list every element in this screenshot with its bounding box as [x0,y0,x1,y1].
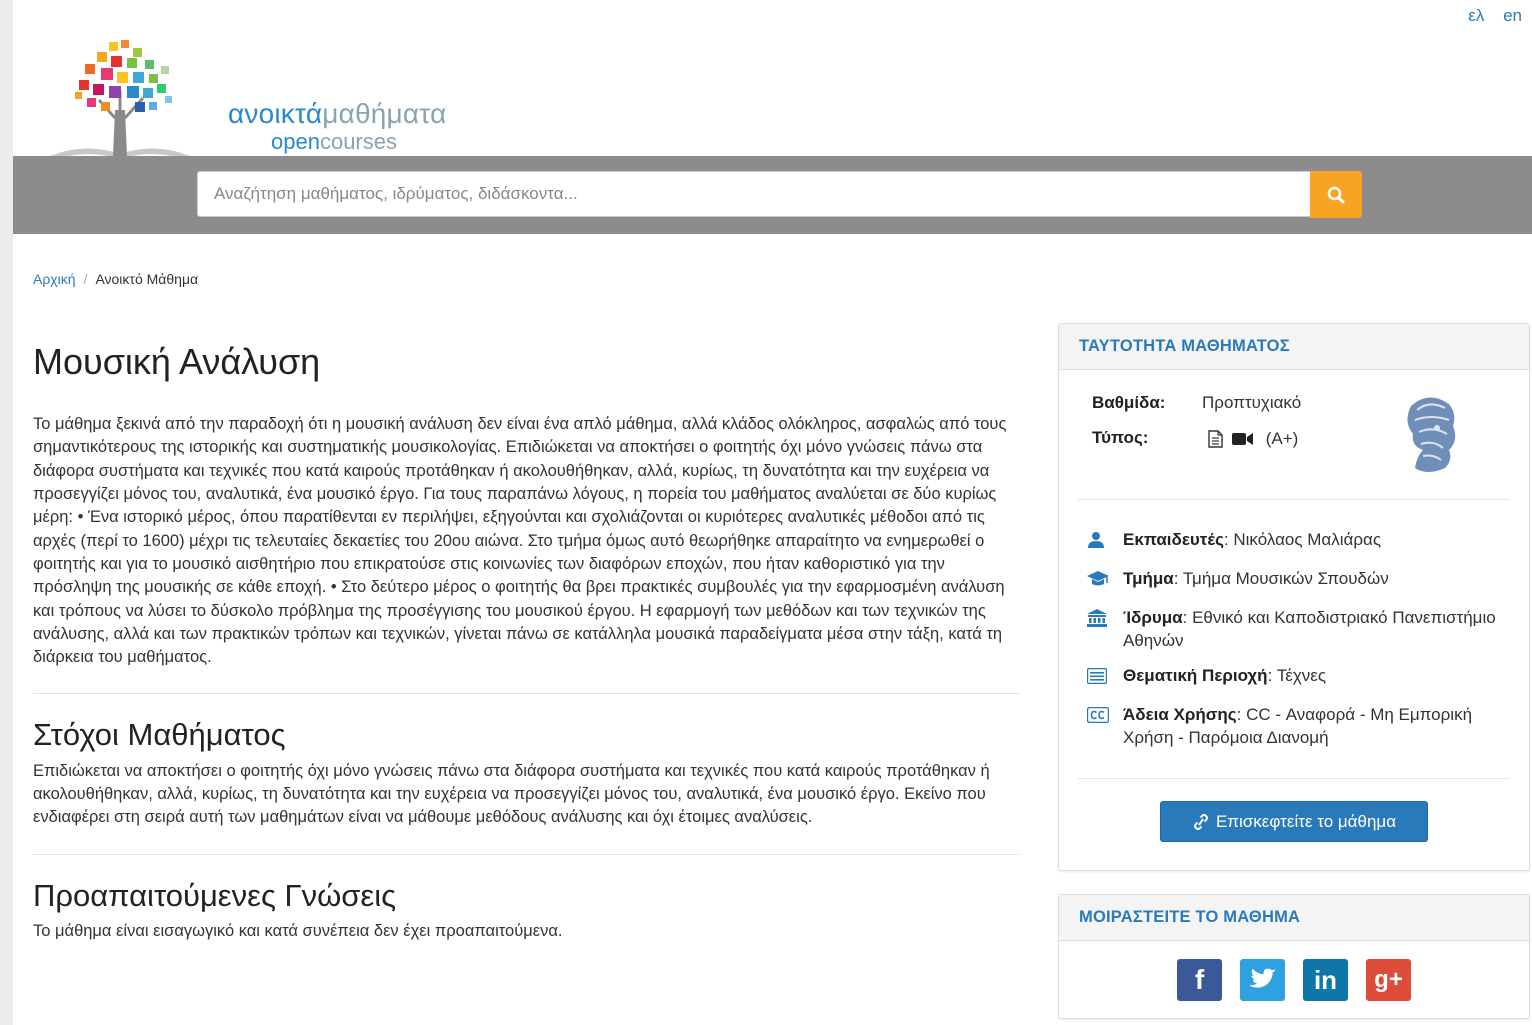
level-value: Προπτυχιακό [1202,393,1302,412]
course-title: Μουσική Ανάλυση [33,341,321,382]
level-row: Βαθμίδα: Προπτυχιακό [1092,393,1301,413]
twitter-share-button[interactable] [1240,959,1285,1001]
area-label: Θεματική Περιοχή [1123,666,1268,685]
breadcrumb: Αρχική / Ανοικτό Μάθημα [33,271,198,287]
course-identity-panel: ΤΑΥΤΟΤΗΤΑ ΜΑΘΗΜΑΤΟΣ Βαθμίδα: Προπτυχιακό … [1058,323,1530,871]
search-bar [13,156,1532,234]
instructor-label: Εκπαιδευτές [1123,530,1224,549]
lang-el-link[interactable]: ελ [1468,6,1484,25]
license-label: Άδεια Χρήσης [1123,705,1237,724]
university-logo-icon [1407,397,1456,472]
page: ελ en ανοικτάμαθήματα opencourses Αναζήτ… [13,0,1532,1025]
search-button[interactable] [1310,171,1362,218]
institution-label: Ίδρυμα [1123,608,1183,627]
department-row: Τμήμα: Τμήμα Μουσικών Σπουδών [1087,567,1507,594]
divider [1078,499,1510,500]
document-icon [1208,429,1223,448]
main-content: Μουσική Ανάλυση Το μάθημα ξεκινά από την… [33,340,1019,943]
linkedin-icon: in [1313,964,1338,995]
department-value: : Τμήμα Μουσικών Σπουδών [1173,569,1389,588]
goals-title: Στόχοι Μαθήματος [33,717,286,753]
institution-row: Ίδρυμα: Εθνικό και Καποδιστριακό Πανεπισ… [1087,606,1507,652]
identity-panel-header: ΤΑΥΤΟΤΗΤΑ ΜΑΘΗΜΑΤΟΣ [1059,324,1529,370]
share-panel-header: ΜΟΙΡΑΣΤΕΙΤΕ ΤΟ ΜΑΘΗΜΑ [1059,895,1529,941]
prerequisites-text: Το μάθημα είναι εισαγωγικό και κατά συνέ… [33,921,563,940]
list-icon [1086,667,1108,685]
share-buttons: f in g+ [1177,959,1411,1001]
logo-title: ανοικτάμαθήματα [228,98,447,129]
area-row: Θεματική Περιοχή: Τέχνες [1086,664,1507,690]
department-label: Τμήμα [1123,569,1174,588]
breadcrumb-current: Ανοικτό Μάθημα [95,271,199,287]
goals-text: Επιδιώκεται να αποκτήσει ο φοιτητής όχι … [33,761,990,827]
visit-course-button[interactable]: Επισκεφτείτε το μάθημα [1160,801,1428,842]
user-icon [1088,532,1104,548]
divider [33,693,1019,695]
language-switcher: ελ en [1454,6,1522,26]
googleplus-icon: g+ [1374,966,1403,993]
facebook-icon: f [1194,964,1205,995]
type-label: Τύπος: [1092,428,1149,447]
site-logo[interactable]: ανοικτάμαθήματα opencourses [45,38,447,164]
twitter-icon [1248,968,1276,988]
linkedin-share-button[interactable]: in [1303,959,1348,1001]
divider [33,853,1019,855]
instructor-value: : Νικόλαος Μαλιάρας [1223,530,1382,549]
video-camera-icon [1231,432,1253,445]
graduation-cap-icon [1087,571,1109,586]
cc-icon [1086,706,1110,724]
tree-logo-icon [50,40,190,161]
search-icon [1327,186,1345,203]
link-icon [1193,813,1208,830]
search-input[interactable] [197,171,1311,217]
prerequisites-title: Προαπαιτούμενες Γνώσεις [33,877,397,913]
breadcrumb-separator: / [83,271,88,287]
breadcrumb-home-link[interactable]: Αρχική [33,271,76,287]
instructor-row: Εκπαιδευτές: Νικόλαος Μαλιάρας [1087,528,1507,555]
facebook-share-button[interactable]: f [1177,959,1222,1001]
course-description: Το μάθημα ξεκινά από την παραδοχή ότι η … [33,415,1007,667]
type-value: (A+) [1265,428,1299,448]
license-row: Άδεια Χρήσης: CC - Αναφορά - Μη Εμπορική… [1086,703,1507,749]
institution-icon [1087,609,1107,627]
googleplus-share-button[interactable]: g+ [1366,959,1411,1001]
area-value: : Τέχνες [1267,666,1327,685]
level-label: Βαθμίδα: [1092,393,1166,412]
divider [1078,778,1510,779]
visit-course-label: Επισκεφτείτε το μάθημα [1215,811,1397,831]
logo-subtitle: opencourses [271,129,397,154]
share-panel: ΜΟΙΡΑΣΤΕΙΤΕ ΤΟ ΜΑΘΗΜΑ f in g+ [1058,894,1530,1019]
lang-en-link[interactable]: en [1503,6,1522,25]
type-row: Τύπος: (A+) [1092,428,1298,449]
